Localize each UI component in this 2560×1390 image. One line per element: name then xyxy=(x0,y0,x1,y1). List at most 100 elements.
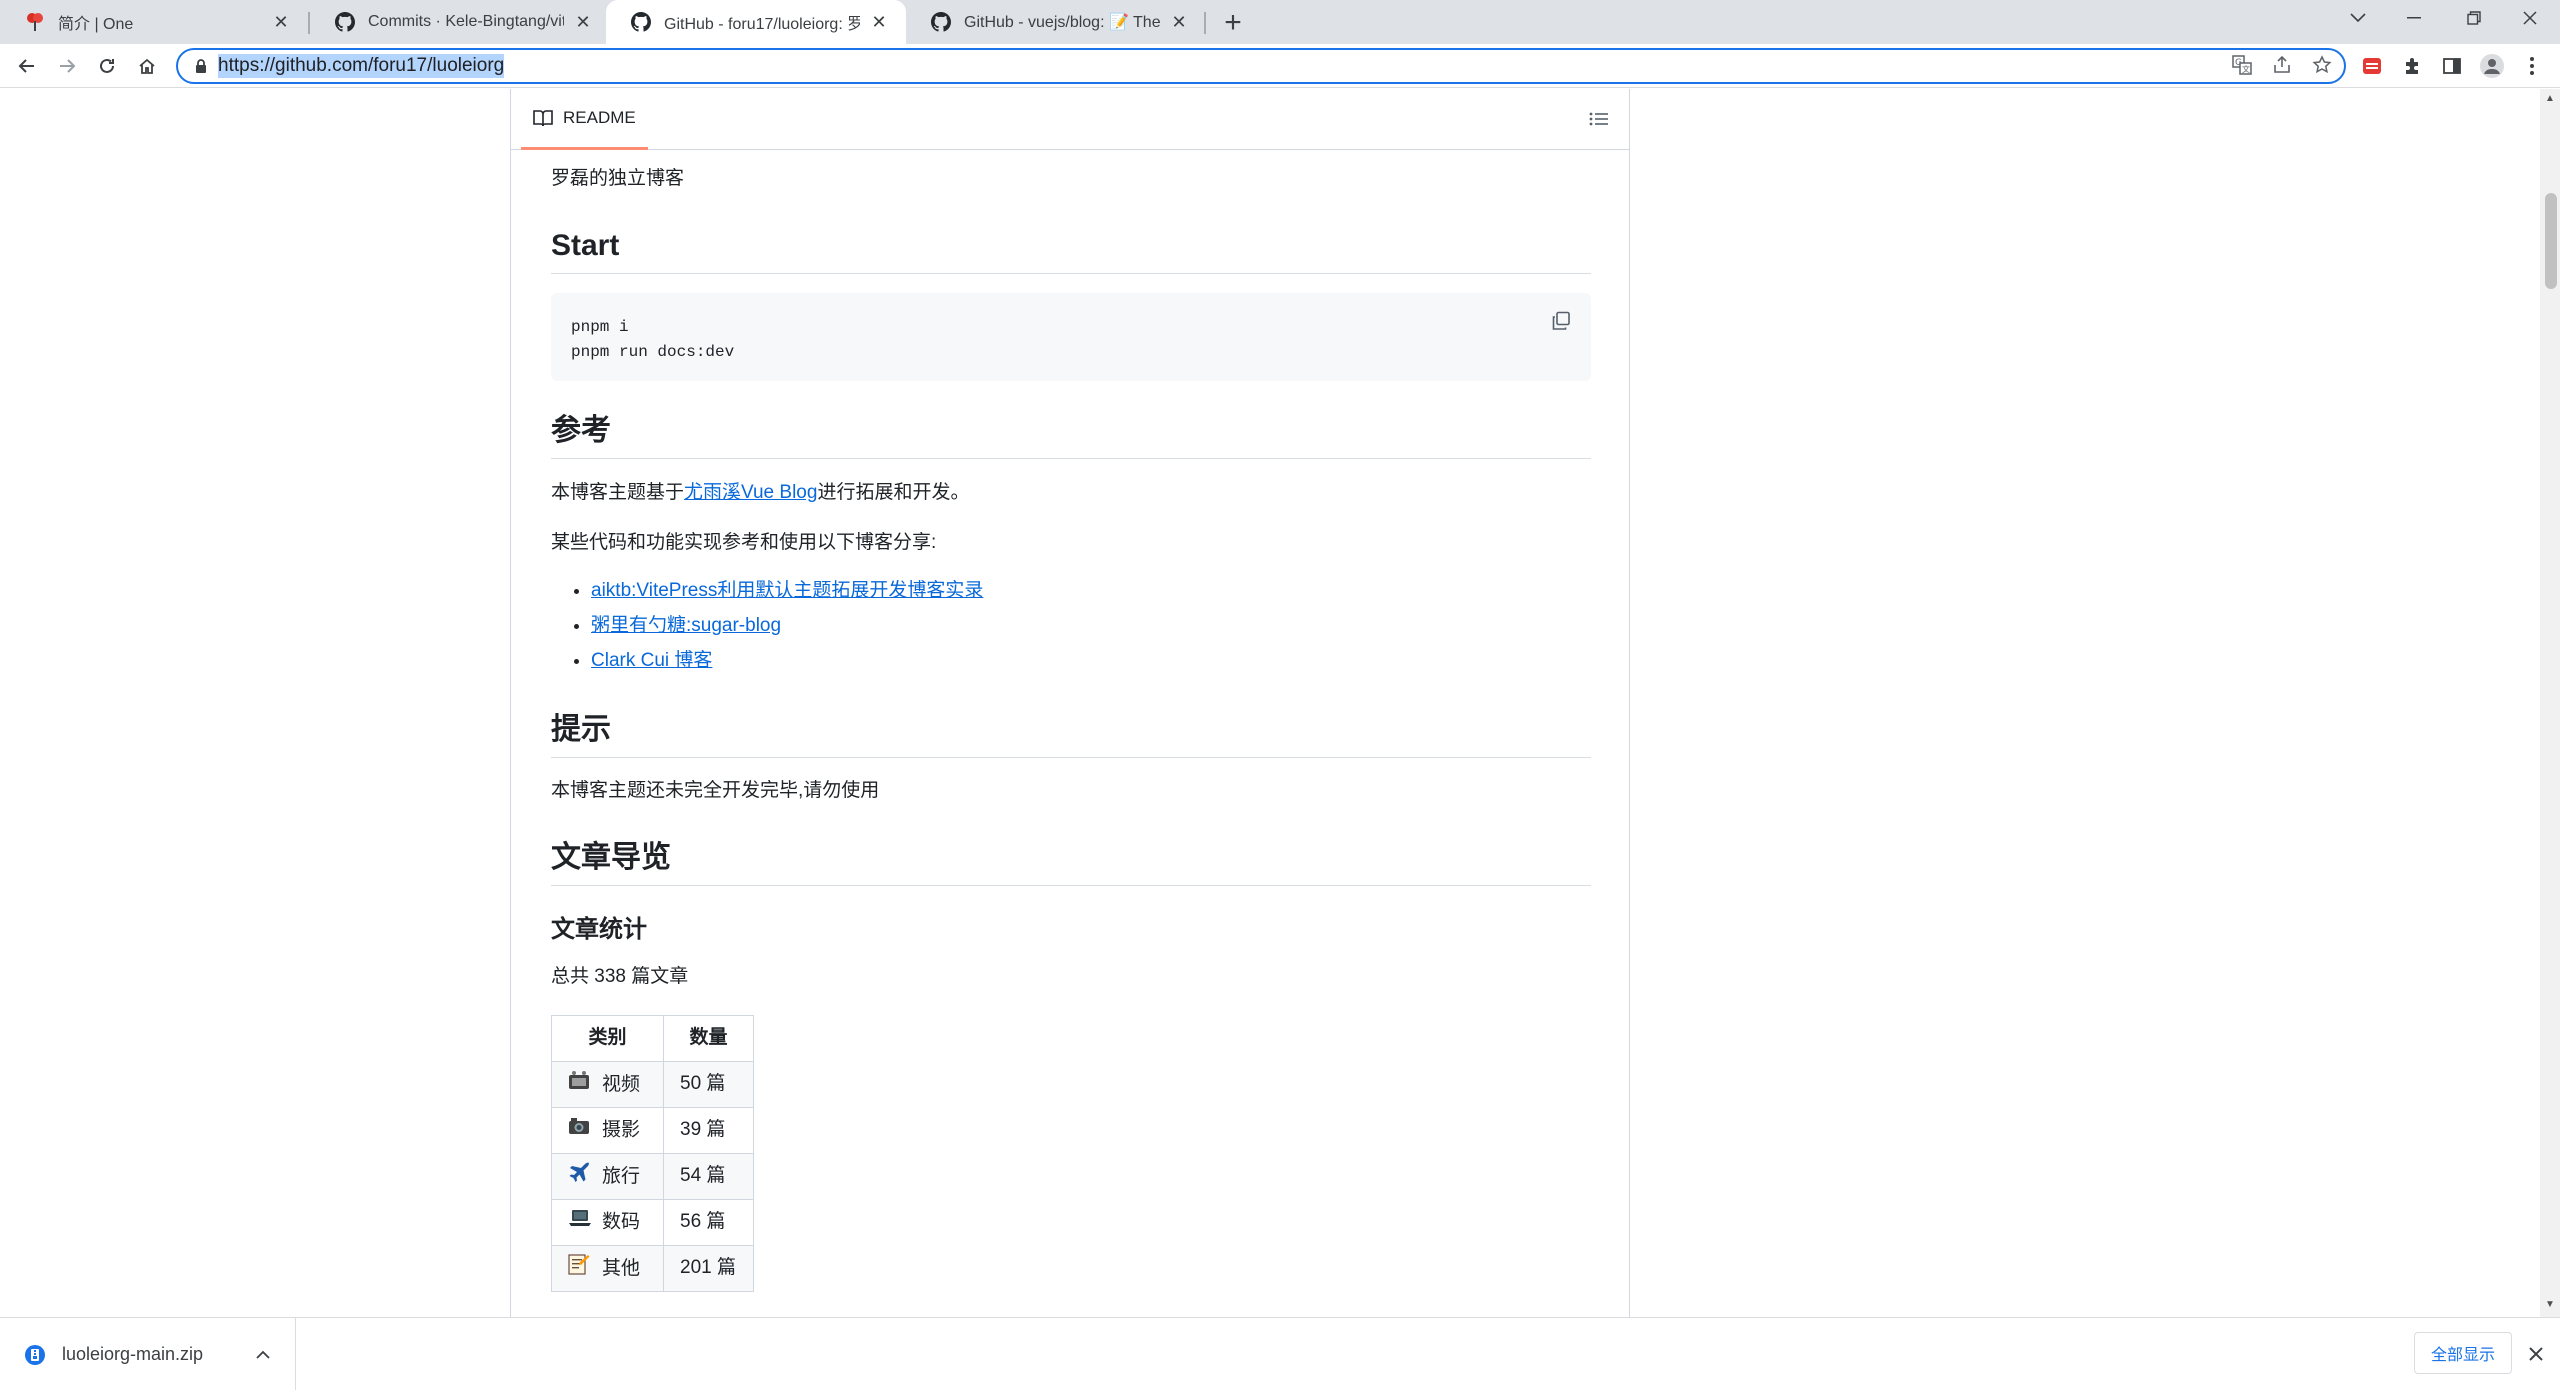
table-row: 数码 56 篇 xyxy=(551,1199,754,1246)
copy-icon xyxy=(1552,311,1570,330)
reference-link-clark-cui[interactable]: Clark Cui 博客 xyxy=(591,650,712,671)
github-icon xyxy=(930,11,952,33)
browser-tab-2[interactable]: Commits · Kele-Bingtang/vitepress ✕ xyxy=(310,0,610,44)
list-item: 粥里有勺糖:sugar-blog xyxy=(591,608,983,643)
side-panel-icon[interactable] xyxy=(2440,54,2464,78)
github-icon xyxy=(334,11,356,33)
table-cell-count: 54 篇 xyxy=(663,1153,754,1200)
code-block: pnpm i pnpm run docs:dev xyxy=(551,293,1591,381)
svg-text:文: 文 xyxy=(2242,64,2250,74)
table-cell-count: 56 篇 xyxy=(663,1199,754,1246)
reference-paragraph-2: 某些代码和功能实现参考和使用以下博客分享: xyxy=(551,532,937,553)
readme-tab[interactable]: README xyxy=(521,89,648,150)
table-cell-category: 其他 xyxy=(551,1245,664,1292)
reload-button[interactable] xyxy=(92,51,122,81)
red-flower-icon xyxy=(24,11,46,33)
vue-blog-link[interactable]: 尤雨溪Vue Blog xyxy=(684,482,817,503)
bookmark-star-icon[interactable] xyxy=(2310,53,2334,77)
url-text[interactable]: https://github.com/foru17/luoleiorg xyxy=(218,54,505,78)
tab-title: GitHub - foru17/luoleiorg: 罗磊 xyxy=(664,16,860,33)
reference-paragraph: 本博客主题基于尤雨溪Vue Blog进行拓展和开发。 xyxy=(551,479,969,508)
reference-link-aiktb[interactable]: aiktb:VitePress利用默认主题拓展开发博客实录 xyxy=(591,580,983,601)
airplane-icon xyxy=(568,1160,594,1194)
address-bar[interactable]: https://github.com/foru17/luoleiorg xyxy=(176,48,2346,84)
forward-arrow-icon xyxy=(60,59,76,73)
profile-avatar-icon[interactable] xyxy=(2480,54,2504,78)
page-viewport: README 罗磊的独立博客 Start pnpm i pnpm run doc… xyxy=(0,89,2540,1317)
browser-tab-1[interactable]: 简介 | One ✕ xyxy=(0,0,308,44)
list-item: Clark Cui 博客 xyxy=(591,643,983,678)
scroll-thumb[interactable] xyxy=(2545,193,2557,289)
menu-kebab-icon[interactable] xyxy=(2520,54,2544,78)
browser-tab-3[interactable]: GitHub - foru17/luoleiorg: 罗磊 ✕ xyxy=(606,0,906,44)
copy-button[interactable] xyxy=(1549,309,1573,333)
close-icon[interactable]: ✕ xyxy=(868,11,890,33)
book-icon xyxy=(533,110,553,127)
close-shelf-icon[interactable] xyxy=(2524,1342,2548,1366)
table-header: 数量 xyxy=(663,1015,754,1062)
new-tab-button[interactable]: + xyxy=(1218,6,1248,39)
intro-text: 罗磊的独立博客 xyxy=(551,168,685,189)
close-icon[interactable]: ✕ xyxy=(1168,11,1190,33)
forward-button[interactable] xyxy=(52,51,82,81)
stats-total: 总共 338 篇文章 xyxy=(551,966,689,987)
download-shelf: luoleiorg-main.zip 全部显示 xyxy=(0,1317,2560,1390)
lock-icon[interactable] xyxy=(190,58,212,74)
heading-tip: 提示 xyxy=(551,711,1591,758)
heading-start: Start xyxy=(551,227,1591,274)
download-item[interactable]: luoleiorg-main.zip xyxy=(0,1318,296,1390)
scroll-up-arrow-icon[interactable]: ▲ xyxy=(2544,93,2556,105)
chevron-up-icon[interactable] xyxy=(253,1344,273,1364)
reference-link-sugar-blog[interactable]: 粥里有勺糖:sugar-blog xyxy=(591,615,781,636)
close-window-button[interactable] xyxy=(2500,0,2560,36)
show-all-downloads-button[interactable]: 全部显示 xyxy=(2414,1332,2512,1374)
close-icon[interactable]: ✕ xyxy=(270,11,292,33)
home-icon xyxy=(139,58,155,74)
code-line: pnpm i xyxy=(571,318,629,336)
browser-toolbar: https://github.com/foru17/luoleiorg G文 xyxy=(0,44,2560,88)
readme-tab-label: README xyxy=(563,108,636,127)
extensions-puzzle-icon[interactable] xyxy=(2400,54,2424,78)
reference-list: aiktb:VitePress利用默认主题拓展开发博客实录 粥里有勺糖:suga… xyxy=(591,573,983,678)
table-header-row: 类别 数量 xyxy=(551,1015,754,1062)
extension-red-icon[interactable] xyxy=(2360,54,2384,78)
browser-tab-4[interactable]: GitHub - vuejs/blog: 📝 The o ✕ xyxy=(906,0,1206,44)
close-icon[interactable]: ✕ xyxy=(572,11,594,33)
photo-camera-icon xyxy=(568,1116,594,1145)
page-scrollbar[interactable]: ▲ ▼ xyxy=(2540,89,2560,1317)
home-button[interactable] xyxy=(132,51,162,81)
heading-article-nav: 文章导览 xyxy=(551,839,1591,886)
back-button[interactable] xyxy=(12,51,42,81)
share-icon[interactable] xyxy=(2270,53,2294,77)
reload-icon xyxy=(100,58,114,73)
stats-table: 类别 数量 视频 50 篇 摄影 39 篇 旅行 54 篇 数码 56 篇 其他… xyxy=(551,1015,754,1292)
minimize-button[interactable] xyxy=(2384,0,2444,36)
table-row: 视频 50 篇 xyxy=(551,1061,754,1108)
table-cell-count: 50 篇 xyxy=(663,1061,754,1108)
scroll-down-arrow-icon[interactable]: ▼ xyxy=(2544,1299,2556,1311)
video-camera-icon xyxy=(568,1070,594,1100)
table-row: 其他 201 篇 xyxy=(551,1245,754,1292)
category-label: 视频 xyxy=(602,1073,641,1095)
category-label: 其他 xyxy=(602,1257,641,1279)
tab-search-button[interactable] xyxy=(2328,0,2388,36)
category-label: 摄影 xyxy=(602,1119,641,1141)
code-line: pnpm run docs:dev xyxy=(571,342,735,361)
tab-separator xyxy=(1204,12,1206,34)
table-row: 摄影 39 篇 xyxy=(551,1107,754,1154)
outline-list-button[interactable] xyxy=(1587,107,1611,131)
reference-text: 进行拓展和开发。 xyxy=(817,482,970,503)
tab-title: 简介 | One xyxy=(58,16,134,33)
table-cell-count: 39 篇 xyxy=(663,1107,754,1154)
heading-reference: 参考 xyxy=(551,412,1591,459)
restore-button[interactable] xyxy=(2444,0,2504,36)
tab-title: GitHub - vuejs/blog: 📝 The o xyxy=(964,14,1160,31)
translate-icon[interactable]: G文 xyxy=(2230,53,2254,77)
table-cell-category: 旅行 xyxy=(551,1153,664,1200)
laptop-icon xyxy=(568,1208,594,1237)
list-item: aiktb:VitePress利用默认主题拓展开发博客实录 xyxy=(591,573,983,608)
tip-text: 本博客主题还未完全开发完毕,请勿使用 xyxy=(551,780,880,801)
tab-title: Commits · Kele-Bingtang/vitepress xyxy=(368,13,564,30)
tab-strip: 简介 | One ✕ Commits · Kele-Bingtang/vitep… xyxy=(0,0,2560,44)
readme-container: README 罗磊的独立博客 Start pnpm i pnpm run doc… xyxy=(510,89,1630,1317)
